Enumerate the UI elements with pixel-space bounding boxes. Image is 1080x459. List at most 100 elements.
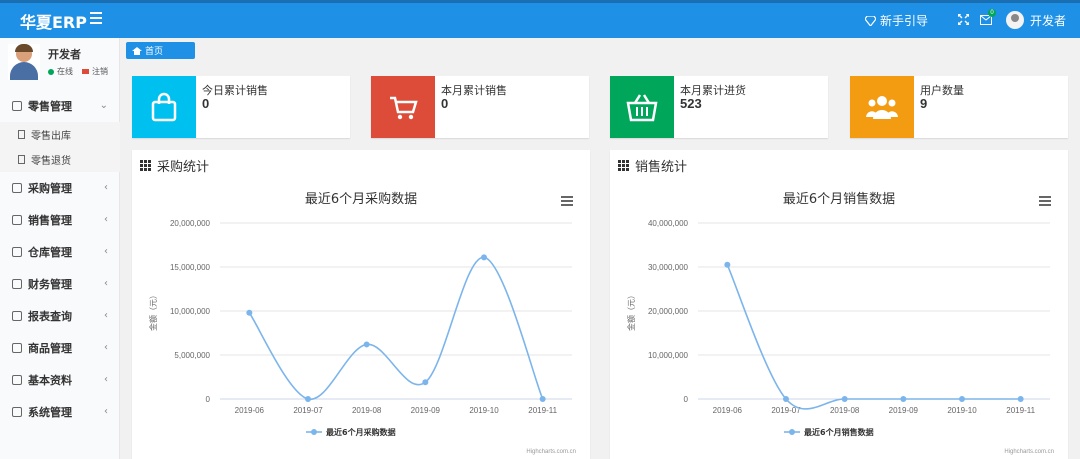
data-point xyxy=(305,396,311,402)
shopping-bag-icon xyxy=(132,76,196,138)
data-point xyxy=(900,396,907,402)
y-tick-label: 40,000,000 xyxy=(648,219,689,228)
legend-marker xyxy=(789,429,795,435)
y-tick-label: 20,000,000 xyxy=(648,307,689,316)
data-point xyxy=(783,396,789,402)
users-icon xyxy=(850,76,914,138)
x-tick-label: 2019-10 xyxy=(469,406,499,415)
logout-link[interactable]: 注销 xyxy=(92,66,108,77)
sidebar-subitem-label: 零售退货 xyxy=(31,156,71,167)
y-tick-label: 30,000,000 xyxy=(648,263,689,272)
chevron-left-icon: ‹ xyxy=(104,310,108,321)
avatar xyxy=(1005,11,1024,29)
user-avatar xyxy=(8,44,40,80)
chart-title: 最近6个月采购数据 xyxy=(305,191,417,207)
sidebar-item-basic-data[interactable]: 基本资料 ‹ xyxy=(0,364,120,396)
stat-today-sales: 今日累计销售 0 xyxy=(132,76,350,138)
breadcrumb-home-tab[interactable]: 首页 xyxy=(126,42,195,59)
briefcase-icon xyxy=(12,215,22,225)
user-menu[interactable]: 开发者 xyxy=(1005,11,1066,29)
logout-icon[interactable] xyxy=(82,69,89,74)
y-tick-label: 10,000,000 xyxy=(170,307,211,316)
panel-title: 采购统计 xyxy=(140,156,209,175)
purchase-stats-panel: 采购统计 最近6个月采购数据 0 5,000,000 10,000,000 15,000… xyxy=(132,150,590,459)
x-tick-label: 2019-10 xyxy=(947,406,977,415)
x-tick-label: 2019-08 xyxy=(352,406,382,415)
sidebar-item-label: 财务管理 xyxy=(28,278,72,291)
file-icon xyxy=(18,130,25,139)
sidebar-menu: 零售管理 ⌄ 零售出库 零售退货 采购管理 ‹ 销售管理 ‹ 仓库管理 ‹ 财务… xyxy=(0,90,120,428)
data-point xyxy=(1017,396,1024,402)
user-panel: 开发者 在线 注销 xyxy=(8,44,120,84)
sidebar-item-retail[interactable]: 零售管理 ⌄ xyxy=(0,90,120,122)
y-tick-label: 0 xyxy=(206,395,211,404)
sidebar-item-system[interactable]: 系统管理 ‹ xyxy=(0,396,120,428)
sidebar-user-name: 开发者 xyxy=(48,48,81,61)
basket-icon xyxy=(610,76,674,138)
sidebar-item-label: 采购管理 xyxy=(28,182,72,195)
chart-title: 最近6个月销售数据 xyxy=(783,191,895,207)
gear-icon xyxy=(12,407,22,417)
legend-label: 最近6个月采购数据 xyxy=(326,427,396,437)
sidebar-item-label: 报表查询 xyxy=(28,310,72,323)
x-tick-label: 2019-09 xyxy=(411,406,441,415)
chevron-left-icon: ‹ xyxy=(104,374,108,385)
guide-button[interactable]: 新手引导 xyxy=(864,12,928,29)
sidebar-item-finance[interactable]: 财务管理 ‹ xyxy=(0,268,120,300)
sidebar-item-products[interactable]: 商品管理 ‹ xyxy=(0,332,120,364)
purchase-line-chart: 最近6个月采购数据 0 5,000,000 10,000,000 15,000,000 2… xyxy=(148,191,572,437)
y-tick-label: 15,000,000 xyxy=(170,263,211,272)
data-point xyxy=(422,379,429,386)
stat-label: 本月累计销售 xyxy=(441,84,507,97)
fullscreen-icon[interactable] xyxy=(957,12,970,30)
guide-label: 新手引导 xyxy=(879,14,928,28)
y-tick-label: 10,000,000 xyxy=(648,351,689,360)
pie-icon xyxy=(12,311,22,321)
chart-export-menu-icon[interactable] xyxy=(1039,196,1051,206)
y-tick-label: 5,000,000 xyxy=(174,351,210,360)
legend-marker xyxy=(311,429,317,435)
brand-logo[interactable]: 华夏ERP xyxy=(20,9,87,33)
panel-title: 销售统计 xyxy=(618,156,687,175)
data-point xyxy=(363,341,370,348)
breadcrumb-label: 首页 xyxy=(145,47,164,57)
chevron-left-icon: ‹ xyxy=(104,246,108,257)
panel-title-text: 销售统计 xyxy=(635,160,688,175)
x-tick-label: 2019-07 xyxy=(293,406,323,415)
sidebar-item-reports[interactable]: 报表查询 ‹ xyxy=(0,300,120,332)
apps-icon xyxy=(12,375,22,385)
sidebar-item-label: 零售管理 xyxy=(28,100,72,113)
x-tick-label: 2019-08 xyxy=(830,406,860,415)
panel-title-text: 采购统计 xyxy=(157,160,210,175)
online-label: 在线 xyxy=(57,67,73,76)
x-tick-label: 2019-11 xyxy=(1006,406,1035,415)
sidebar-item-sales[interactable]: 销售管理 ‹ xyxy=(0,204,120,236)
sidebar-item-purchase[interactable]: 采购管理 ‹ xyxy=(0,172,120,204)
chevron-left-icon: ‹ xyxy=(104,182,108,193)
x-tick-label: 2019-06 xyxy=(713,406,743,415)
x-tick-label: 2019-06 xyxy=(235,406,265,415)
shopping-icon xyxy=(12,101,22,111)
grid-icon xyxy=(140,160,151,171)
data-point xyxy=(841,396,848,402)
shopping-cart-icon xyxy=(371,76,435,138)
sidebar-item-label: 商品管理 xyxy=(28,342,72,355)
sales-line-chart: 最近6个月销售数据 0 10,000,000 20,000,000 30,000,000… xyxy=(626,191,1050,437)
data-point xyxy=(539,396,546,402)
online-dot-icon xyxy=(48,68,54,75)
sidebar-item-warehouse[interactable]: 仓库管理 ‹ xyxy=(0,236,120,268)
data-point xyxy=(481,254,487,261)
y-tick-label: 20,000,000 xyxy=(170,219,211,228)
chart-credits[interactable]: Highcharts.com.cn xyxy=(526,449,576,455)
user-status: 在线 注销 xyxy=(48,66,108,77)
sidebar-subitem-retail-out[interactable]: 零售出库 xyxy=(0,122,120,147)
sidebar-toggle-icon[interactable] xyxy=(90,12,102,24)
file-icon xyxy=(18,155,25,164)
chart-export-menu-icon[interactable] xyxy=(561,196,573,206)
sidebar-subitem-retail-return[interactable]: 零售退货 xyxy=(0,147,120,172)
sidebar-item-label: 系统管理 xyxy=(28,406,72,419)
series-line xyxy=(726,264,1021,410)
monitor-icon xyxy=(12,183,22,193)
chart-credits[interactable]: Highcharts.com.cn xyxy=(1004,449,1054,455)
chevron-left-icon: ‹ xyxy=(104,278,108,289)
